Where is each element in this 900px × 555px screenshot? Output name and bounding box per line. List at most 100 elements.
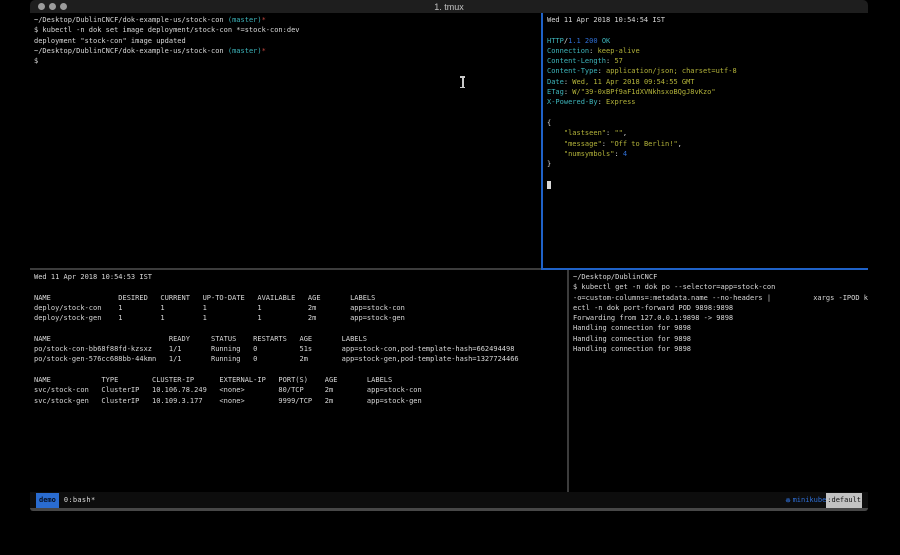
terminal-text-segment: 4: [623, 150, 627, 158]
terminal-text-segment: -o=custom-columns=:metadata.name --no-he…: [573, 294, 868, 302]
pane-http-response[interactable]: Wed 11 Apr 2018 10:54:54 IST HTTP/1.1 200…: [543, 13, 868, 268]
pane-divider-vertical-top-active[interactable]: [541, 13, 543, 268]
terminal-text-segment: $ kubectl get -n dok po --selector=app=s…: [573, 283, 775, 291]
terminal-text-segment: :: [614, 150, 622, 158]
terminal-text-segment: "numsymbols": [564, 150, 615, 158]
kube-context-name: minikube: [793, 493, 827, 508]
terminal-text-segment: Handling connection for 9898: [573, 335, 691, 343]
session-name-badge[interactable]: demo: [36, 493, 59, 508]
terminal-text-segment: {: [547, 119, 551, 127]
terminal-line: Handling connection for 9898: [573, 323, 868, 333]
terminal-line: NAME DESIRED CURRENT UP-TO-DATE AVAILABL…: [34, 293, 567, 303]
terminal-text-segment: svc/stock-gen ClusterIP 10.109.3.177 <no…: [34, 397, 422, 405]
terminal-text-segment: HTTP: [547, 37, 564, 45]
terminal-text-segment: NAME DESIRED CURRENT UP-TO-DATE AVAILABL…: [34, 294, 375, 302]
terminal-line: Handling connection for 9898: [573, 344, 868, 354]
terminal-line: [547, 180, 868, 190]
terminal-line: Wed 11 Apr 2018 10:54:54 IST: [547, 15, 868, 25]
terminal-text-segment: ~/Desktop/DublinCNCF: [573, 273, 657, 281]
terminal-text-segment: Connection: [547, 47, 589, 55]
terminal-line: "lastseen": "",: [547, 128, 868, 138]
terminal-text-segment: W/"39-0xBPf9aF1dXVNkhsxoBQgJ8vKzo": [572, 88, 715, 96]
terminal-line: ~/Desktop/DublinCNCF/dok-example-us/stoc…: [34, 15, 541, 25]
terminal-text-segment: Content-Type: [547, 67, 598, 75]
terminal-line: svc/stock-gen ClusterIP 10.109.3.177 <no…: [34, 396, 567, 406]
terminal-text-segment: "lastseen": [564, 129, 606, 137]
terminal-text-segment: Wed 11 Apr 2018 10:54:54 IST: [547, 16, 665, 24]
kube-namespace: :default: [826, 493, 862, 508]
terminal-text-segment: $: [34, 57, 38, 65]
terminal-text-segment: Forwarding from 127.0.0.1:9898 -> 9898: [573, 314, 733, 322]
terminal-text-segment: keep-alive: [598, 47, 640, 55]
terminal-text-segment: Handling connection for 9898: [573, 345, 691, 353]
terminal-line: Forwarding from 127.0.0.1:9898 -> 9898: [573, 313, 868, 323]
terminal-text-segment: :: [598, 98, 606, 106]
terminal-line: po/stock-gen-576cc688bb-44kmn 1/1 Runnin…: [34, 354, 567, 364]
terminal-text-segment: NAME TYPE CLUSTER-IP EXTERNAL-IP PORT(S)…: [34, 376, 392, 384]
block-cursor: [547, 181, 551, 190]
terminal-text-segment: deploy/stock-gen 1 1 1 1 2m app=stock-ge…: [34, 314, 405, 322]
terminal-line: $ kubectl -n dok set image deployment/st…: [34, 25, 541, 35]
terminal-line: Handling connection for 9898: [573, 334, 868, 344]
terminal-line: Connection: keep-alive: [547, 46, 868, 56]
terminal-text-segment: $ kubectl -n dok set image deployment/st…: [34, 26, 300, 34]
terminal-text-segment: application/json; charset=utf-8: [606, 67, 737, 75]
terminal-text-segment: 1.1 200: [568, 37, 598, 45]
pane-port-forward[interactable]: ~/Desktop/DublinCNCF $ kubectl get -n dok…: [569, 270, 868, 492]
kubernetes-icon: ☸: [786, 493, 791, 508]
pane-divider-horizontal-left[interactable]: [30, 268, 541, 270]
terminal-line: [34, 282, 567, 292]
terminal-window: 1. tmux ~/Desktop/DublinCNCF/dok-example…: [30, 0, 868, 511]
pane-divider-horizontal-right-active[interactable]: [541, 268, 868, 270]
terminal-text-segment: deployment "stock-con" image updated: [34, 37, 186, 45]
terminal-text-segment: Wed, 11 Apr 2018 09:54:55 GMT: [572, 78, 694, 86]
terminal-line: Date: Wed, 11 Apr 2018 09:54:55 GMT: [547, 77, 868, 87]
terminal-line: X-Powered-By: Express: [547, 97, 868, 107]
pane-shell-kubectl-set-image[interactable]: ~/Desktop/DublinCNCF/dok-example-us/stoc…: [30, 13, 541, 268]
terminal-text-segment: po/stock-con-bb68f88fd-kzsxz 1/1 Running…: [34, 345, 514, 353]
terminal-text-segment: "message": [564, 140, 602, 148]
terminal-line: }: [547, 159, 868, 169]
terminal-text-segment: *: [262, 47, 266, 55]
terminal-text-segment: X-Powered-By: [547, 98, 598, 106]
tmux-status-bar: demo 0:bash* ☸ minikube :default: [30, 492, 868, 508]
window-bottom-edge: [30, 508, 868, 511]
terminal-line: po/stock-con-bb68f88fd-kzsxz 1/1 Running…: [34, 344, 567, 354]
terminal-line: ETag: W/"39-0xBPf9aF1dXVNkhsxoBQgJ8vKzo": [547, 87, 868, 97]
terminal-line: [34, 365, 567, 375]
terminal-line: [547, 25, 868, 35]
terminal-text-segment: (master): [228, 47, 262, 55]
window-title: 1. tmux: [30, 1, 868, 13]
window-titlebar[interactable]: 1. tmux: [30, 0, 868, 13]
terminal-line: [547, 169, 868, 179]
terminal-line: NAME READY STATUS RESTARTS AGE LABELS: [34, 334, 567, 344]
terminal-line: NAME TYPE CLUSTER-IP EXTERNAL-IP PORT(S)…: [34, 375, 567, 385]
terminal-text-segment: [547, 140, 564, 148]
terminal-text-segment: "": [614, 129, 622, 137]
status-right-group: ☸ minikube :default: [786, 493, 862, 508]
pane-kubectl-get-watch[interactable]: Wed 11 Apr 2018 10:54:53 ISTNAME DESIRED…: [30, 270, 567, 492]
terminal-text-segment: Content-Length: [547, 57, 606, 65]
terminal-text-segment: ETag: [547, 88, 564, 96]
terminal-line: $: [34, 56, 541, 66]
terminal-line: HTTP/1.1 200 OK: [547, 36, 868, 46]
terminal-line: deploy/stock-gen 1 1 1 1 2m app=stock-ge…: [34, 313, 567, 323]
terminal-text-segment: [547, 150, 564, 158]
pane-divider-vertical-bottom[interactable]: [567, 270, 569, 492]
mouse-ibeam-cursor: [459, 76, 466, 88]
terminal-line: [547, 108, 868, 118]
terminal-line: Content-Type: application/json; charset=…: [547, 66, 868, 76]
terminal-line: ectl -n dok port-forward POD 9898:9898: [573, 303, 868, 313]
screen-background: 1. tmux ~/Desktop/DublinCNCF/dok-example…: [0, 0, 900, 555]
tmux-session: ~/Desktop/DublinCNCF/dok-example-us/stoc…: [30, 13, 868, 492]
terminal-text-segment: ectl -n dok port-forward POD 9898:9898: [573, 304, 733, 312]
terminal-text-segment: [547, 129, 564, 137]
window-label-bash[interactable]: 0:bash*: [64, 493, 96, 508]
terminal-text-segment: deploy/stock-con 1 1 1 1 2m app=stock-co…: [34, 304, 405, 312]
terminal-text-segment: OK: [602, 37, 610, 45]
terminal-text-segment: ~/Desktop/DublinCNCF/dok-example-us/stoc…: [34, 16, 228, 24]
terminal-text-segment: Express: [606, 98, 636, 106]
terminal-line: Content-Length: 57: [547, 56, 868, 66]
terminal-line: ~/Desktop/DublinCNCF: [573, 272, 868, 282]
terminal-line: ~/Desktop/DublinCNCF/dok-example-us/stoc…: [34, 46, 541, 56]
